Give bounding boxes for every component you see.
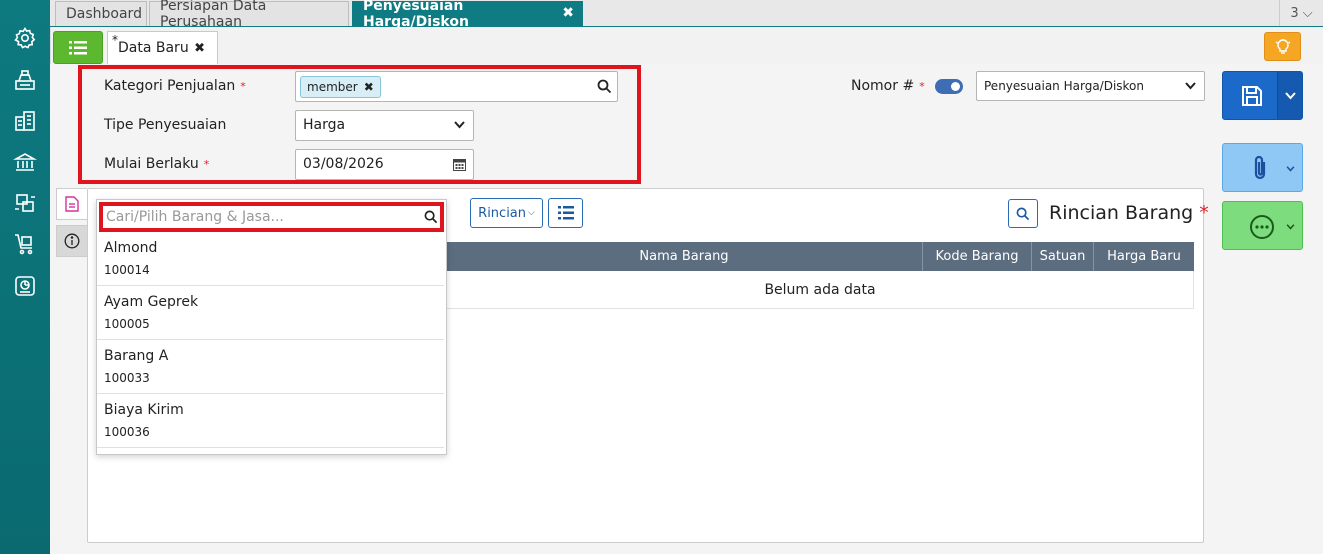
tab-penyesuaian-harga[interactable]: Penyesuaian Harga/Diskon ✖ [352, 0, 583, 30]
item-name: Barang A [104, 348, 169, 364]
search-icon[interactable] [597, 79, 612, 94]
column-header-kode-barang[interactable]: Kode Barang [923, 242, 1032, 271]
empty-table-message: Belum ada data [446, 271, 1194, 309]
mulai-value: 03/08/2026 [303, 156, 384, 172]
transfer-icon[interactable] [12, 190, 38, 216]
rincian-dropdown-button[interactable]: Rincian ⌵ [470, 198, 543, 228]
item-code: 100033 [104, 371, 150, 385]
item-name: Almond [104, 240, 158, 256]
item-name: Ayam Geprek [104, 294, 199, 310]
kategori-label: Kategori Penjualan * [104, 78, 246, 94]
tipe-value: Harga [303, 117, 346, 133]
column-header-nama-barang[interactable]: Nama Barang [446, 242, 923, 271]
required-mark: * [1199, 202, 1209, 224]
item-name: Biaya Kirim [104, 402, 184, 418]
tab-count-dropdown[interactable]: 3 ⌵ [1279, 0, 1323, 26]
calendar-icon[interactable] [453, 158, 466, 171]
chevron-down-icon [454, 121, 465, 129]
list-icon [69, 40, 87, 54]
auto-number-toggle[interactable] [935, 79, 963, 94]
close-icon[interactable]: ✖ [194, 41, 205, 56]
kategori-field[interactable]: member ✖ [295, 71, 618, 102]
tab-persiapan-data[interactable]: Persiapan Data Perusahaan [149, 0, 349, 30]
more-actions-button[interactable] [1222, 201, 1303, 250]
kategori-chip: member ✖ [300, 76, 381, 98]
more-options-icon [1250, 215, 1274, 239]
search-placeholder: Cari/Pilih Barang & Jasa... [106, 209, 284, 225]
detail-tab-items[interactable] [56, 188, 87, 220]
nomor-label: Nomor # * [851, 78, 925, 94]
table-search-button[interactable] [1008, 199, 1038, 228]
list-view-button[interactable] [53, 31, 103, 64]
tab-label: Dashboard [66, 6, 142, 22]
report-icon[interactable] [12, 273, 38, 299]
floppy-disk-icon [1242, 86, 1262, 106]
chevron-down-icon [1185, 82, 1196, 90]
tab-bar: Dashboard Persiapan Data Perusahaan Peny… [50, 0, 1323, 30]
chevron-down-icon [1286, 166, 1295, 172]
unsaved-marker: * [112, 33, 118, 47]
chip-label: member [307, 80, 358, 94]
list-item[interactable]: Ayam Geprek 100005 [97, 286, 444, 340]
building-icon[interactable] [12, 108, 38, 134]
close-icon[interactable]: ✖ [562, 5, 574, 21]
column-header-harga-baru[interactable]: Harga Baru [1094, 242, 1194, 271]
chevron-down-icon: ⌵ [528, 208, 535, 218]
tab-count-label: 3 ⌵ [1290, 5, 1313, 21]
tab-label: Persiapan Data Perusahaan [160, 0, 267, 30]
required-mark: * [919, 80, 925, 93]
paperclip-icon [1254, 155, 1266, 180]
list-item[interactable]: Biaya Kirim 100036 [97, 394, 444, 448]
item-search-input[interactable]: Cari/Pilih Barang & Jasa... [99, 202, 444, 232]
tipe-select[interactable]: Harga [295, 110, 474, 141]
nomor-select-value: Penyesuaian Harga/Diskon [984, 79, 1145, 93]
item-code: 100014 [104, 263, 150, 277]
remove-chip-icon[interactable]: ✖ [364, 80, 374, 94]
item-code: 100005 [104, 317, 150, 331]
detail-tab-info[interactable] [56, 225, 87, 257]
sidebar [0, 0, 50, 554]
subtab-data-baru[interactable]: * Data Baru ✖ [107, 31, 218, 64]
chevron-down-icon [1286, 224, 1295, 230]
column-settings-button[interactable] [548, 198, 583, 228]
search-icon[interactable] [424, 210, 438, 224]
required-mark: * [240, 80, 246, 93]
tab-dashboard[interactable]: Dashboard [55, 1, 147, 26]
document-icon [65, 196, 79, 212]
mulai-label: Mulai Berlaku * [104, 156, 210, 172]
nomor-select[interactable]: Penyesuaian Harga/Diskon [976, 71, 1205, 101]
attachment-button[interactable] [1222, 143, 1303, 192]
save-button[interactable] [1222, 71, 1303, 120]
required-mark: * [203, 158, 210, 171]
bank-icon[interactable] [12, 149, 38, 175]
detail-title: Rincian Barang * [1049, 202, 1209, 224]
cart-icon[interactable] [12, 231, 38, 257]
list-item[interactable]: Barang A 100033 [97, 340, 444, 394]
chevron-down-icon [1284, 91, 1296, 99]
tab-label: Penyesuaian Harga/Diskon [363, 0, 469, 30]
table-header: Nama Barang Kode Barang Satuan Harga Bar… [446, 242, 1194, 271]
lightbulb-icon [1275, 38, 1290, 54]
cash-register-icon[interactable] [12, 67, 38, 93]
list-icon [557, 206, 574, 220]
save-options-dropdown[interactable] [1277, 72, 1302, 119]
tipe-label: Tipe Penyesuaian [104, 117, 227, 133]
info-icon [64, 233, 80, 249]
tips-button[interactable] [1264, 32, 1301, 61]
item-search-dropdown: Cari/Pilih Barang & Jasa... Almond 10001… [96, 199, 447, 455]
column-header-satuan[interactable]: Satuan [1032, 242, 1094, 271]
item-code: 100036 [104, 425, 150, 439]
rincian-label: Rincian [478, 205, 527, 221]
list-item[interactable]: Almond 100014 [97, 232, 444, 286]
mulai-date-field[interactable]: 03/08/2026 [295, 149, 474, 180]
search-icon [1016, 207, 1030, 220]
subtab-label: Data Baru [118, 40, 189, 56]
gear-icon[interactable] [12, 25, 38, 51]
